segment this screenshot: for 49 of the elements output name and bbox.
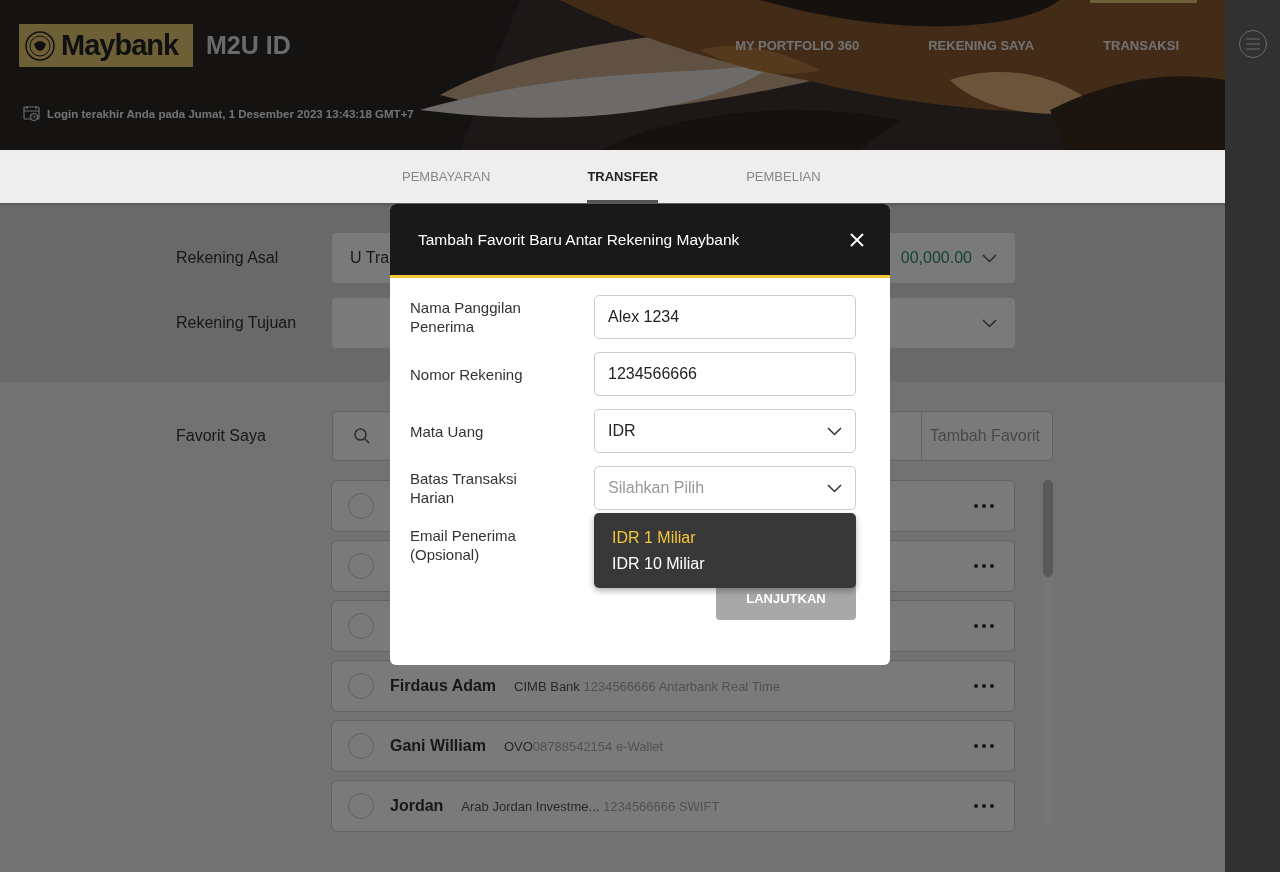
favorite-name: Firdaus Adam [390, 677, 497, 695]
more-icon[interactable] [974, 504, 994, 508]
field-label: Rekening Tujuan [176, 314, 298, 332]
logo-text: Maybank [61, 29, 179, 62]
select-field[interactable]: Silahkan Pilih [594, 466, 856, 510]
menu-icon [1245, 38, 1260, 50]
chevron-down-icon [827, 483, 842, 493]
radio-button[interactable] [348, 733, 374, 759]
chevron-down-icon [827, 426, 842, 436]
favorite-name: Jordan [390, 797, 444, 815]
chevron-down-icon [982, 318, 997, 328]
field-label: Nomor Rekening [410, 364, 524, 384]
radio-button[interactable] [348, 673, 374, 699]
more-icon[interactable] [974, 564, 994, 568]
radio-button[interactable] [348, 553, 374, 579]
modal-title: Tambah Favorit Baru Antar Rekening Maybank [418, 230, 740, 249]
radio-button[interactable] [348, 793, 374, 819]
close-icon [850, 232, 864, 247]
nav-link[interactable]: MY PORTFOLIO 360 [735, 38, 860, 53]
more-icon[interactable] [974, 744, 994, 748]
tab[interactable]: PEMBAYARAN [402, 150, 491, 203]
field-label: Mata Uang [410, 421, 485, 441]
nav-link[interactable]: REKENING SAYA [928, 38, 1035, 53]
more-icon[interactable] [974, 624, 994, 628]
radio-button[interactable] [348, 613, 374, 639]
tab[interactable]: PEMBELIAN [746, 150, 821, 203]
tiger-icon [25, 30, 55, 61]
field-label: Batas Transaksi Harian [410, 469, 518, 507]
dropdown-option[interactable]: IDR 1 Miliar [612, 529, 838, 547]
favorite-name: Gani William [390, 737, 486, 755]
dropdown-option[interactable]: IDR 10 Miliar [612, 555, 838, 573]
more-icon[interactable] [974, 804, 994, 808]
chevron-down-icon [982, 253, 997, 263]
section-label: Favorit Saya [176, 427, 267, 445]
nav-link[interactable]: TRANSAKSI [1103, 38, 1179, 53]
last-login-text: Login terakhir Anda pada Jumat, 1 Desember 2023 13:43:18 GMT+7 [47, 107, 414, 120]
text-input[interactable]: Alex 1234 [594, 295, 856, 339]
maybank-logo[interactable]: Maybank [19, 24, 193, 67]
select-field[interactable]: IDR [594, 409, 856, 453]
app-name: M2U ID [206, 31, 291, 60]
close-button[interactable] [850, 232, 864, 247]
field-label: Nama Panggilan Penerima [410, 298, 522, 336]
text-input[interactable]: 1234566666 [594, 352, 856, 396]
field-label: Rekening Asal [176, 249, 280, 267]
more-icon[interactable] [974, 684, 994, 688]
radio-button[interactable] [348, 493, 374, 519]
search-icon [353, 427, 371, 445]
calendar-clock-icon [23, 105, 40, 122]
field-label: Email Penerima (Opsional) [410, 526, 517, 564]
